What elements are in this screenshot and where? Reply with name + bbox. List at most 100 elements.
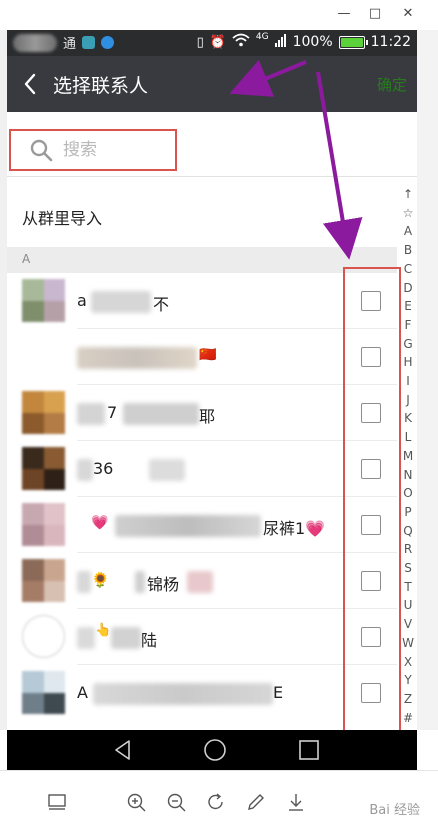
contact-name-blurred (77, 403, 105, 425)
contact-row-4[interactable]: 36 (7, 441, 397, 497)
contact-name-blurred (111, 627, 141, 649)
section-letter: A (22, 252, 31, 266)
wifi-icon (232, 33, 250, 51)
contact-name-suffix: 🇨🇳 (199, 347, 217, 363)
contact-row-5[interactable]: 💗 尿裤1💗 (7, 497, 397, 553)
status-bar: 通 ▯ ⏰ 4G 100% 11:22 (7, 30, 417, 56)
index-letter[interactable]: M (403, 447, 413, 466)
viewer-toolbar: Bai 经验 (0, 770, 438, 840)
contact-name-blurred (149, 459, 185, 481)
index-letter[interactable]: Z (404, 690, 412, 709)
index-letter[interactable]: D (403, 279, 412, 298)
window-right-edge (417, 30, 438, 730)
search-area (7, 112, 417, 172)
index-letter[interactable]: T (404, 578, 411, 597)
contact-name-blurred (77, 571, 91, 593)
carrier-label: 通 (63, 37, 77, 52)
index-letter[interactable]: E (404, 297, 412, 316)
contact-row-1[interactable]: a 不 (7, 273, 397, 329)
index-letter[interactable]: U (404, 596, 413, 615)
index-letter[interactable]: C (404, 260, 412, 279)
index-letter[interactable]: G (403, 335, 412, 354)
index-letter[interactable]: ☆ (403, 204, 414, 223)
zoom-out-icon[interactable] (165, 791, 187, 813)
alphabet-index-bar[interactable]: ↑ ☆ A B C D E F G H I J K L M N O P Q R S T U V W X Y Z # (401, 185, 415, 727)
gallery-notification-icon (82, 36, 96, 49)
title-bar: 选择联系人 确定 (7, 56, 417, 112)
window-left-edge (0, 30, 7, 730)
contact-row-8[interactable]: A E (7, 665, 397, 721)
emulator-window-titlebar: — □ ✕ (0, 0, 438, 30)
contact-name-blurred (77, 347, 197, 369)
maximize-button[interactable]: □ (364, 4, 386, 24)
index-letter[interactable]: ↑ (403, 185, 413, 204)
nav-recents-icon[interactable] (297, 738, 321, 762)
avatar (22, 391, 65, 434)
layout-icon[interactable] (46, 791, 68, 813)
nav-home-icon[interactable] (203, 738, 227, 762)
contact-row-3[interactable]: 7 耶 (7, 385, 397, 441)
import-from-group-label: 从群里导入 (22, 209, 103, 228)
checkbox-column-highlight (343, 267, 401, 745)
avatar (22, 559, 65, 602)
index-letter[interactable]: I (406, 372, 410, 391)
index-letter[interactable]: A (404, 222, 412, 241)
nav-back-icon[interactable] (111, 738, 135, 762)
index-letter[interactable]: B (404, 241, 412, 260)
contact-name-suffix: 不 (153, 295, 170, 314)
index-letter[interactable]: L (405, 428, 412, 447)
clock: 11:22 (370, 34, 411, 50)
index-letter[interactable]: H (403, 353, 412, 372)
vibrate-icon: ▯ (196, 34, 204, 50)
avatar (22, 503, 65, 546)
chat-notification-icon (101, 36, 115, 49)
minimize-button[interactable]: — (333, 4, 355, 24)
contact-name-blurred (93, 683, 273, 705)
index-letter[interactable]: K (404, 409, 412, 428)
contact-name-suffix: 尿裤1💗 (263, 519, 326, 538)
contact-name-visible: 36 (93, 459, 114, 478)
index-letter[interactable]: Y (404, 671, 411, 690)
search-input[interactable] (63, 140, 163, 160)
index-letter[interactable]: S (404, 559, 412, 578)
contact-row-6[interactable]: 🌻 锦杨 (7, 553, 397, 609)
index-letter[interactable]: R (404, 540, 412, 559)
contact-name-blurred (77, 627, 95, 649)
signal-icon: 4G (255, 32, 269, 42)
battery-percent: 100% (292, 34, 333, 50)
contact-row-7[interactable]: 👆 陆 (7, 609, 397, 665)
avatar (22, 447, 65, 490)
search-box[interactable] (9, 129, 177, 171)
index-letter[interactable]: N (404, 466, 413, 485)
contact-name-visible: 💗 (91, 515, 109, 531)
download-icon[interactable] (285, 791, 307, 813)
watermark: Bai 经验 (369, 803, 420, 818)
index-letter[interactable]: V (404, 615, 412, 634)
contact-row-2[interactable]: 🇨🇳 (7, 329, 397, 385)
page-title: 选择联系人 (53, 75, 149, 97)
avatar (22, 615, 65, 658)
pencil-icon[interactable] (245, 791, 267, 813)
index-letter[interactable]: # (403, 709, 413, 728)
close-window-button[interactable]: ✕ (397, 4, 419, 24)
contact-name-suffix: 耶 (199, 407, 216, 426)
avatar (22, 279, 65, 322)
alarm-icon: ⏰ (209, 34, 226, 50)
index-letter[interactable]: W (402, 634, 414, 653)
back-arrow-icon[interactable] (21, 70, 41, 98)
section-header-a: A (7, 247, 397, 273)
index-letter[interactable]: Q (403, 522, 412, 541)
signal-bars-icon (274, 33, 287, 51)
rotate-icon[interactable] (205, 791, 227, 813)
index-letter[interactable]: J (406, 391, 410, 410)
zoom-in-icon[interactable] (125, 791, 147, 813)
contact-name-suffix: 陆 (141, 631, 158, 650)
import-from-group-row[interactable]: 从群里导入 (7, 177, 397, 247)
confirm-button[interactable]: 确定 (377, 74, 407, 95)
contact-name-suffix: 锦杨 (147, 575, 180, 594)
battery-icon (338, 35, 368, 49)
index-letter[interactable]: O (403, 484, 412, 503)
index-letter[interactable]: X (404, 653, 412, 672)
index-letter[interactable]: P (404, 503, 411, 522)
index-letter[interactable]: F (405, 316, 412, 335)
